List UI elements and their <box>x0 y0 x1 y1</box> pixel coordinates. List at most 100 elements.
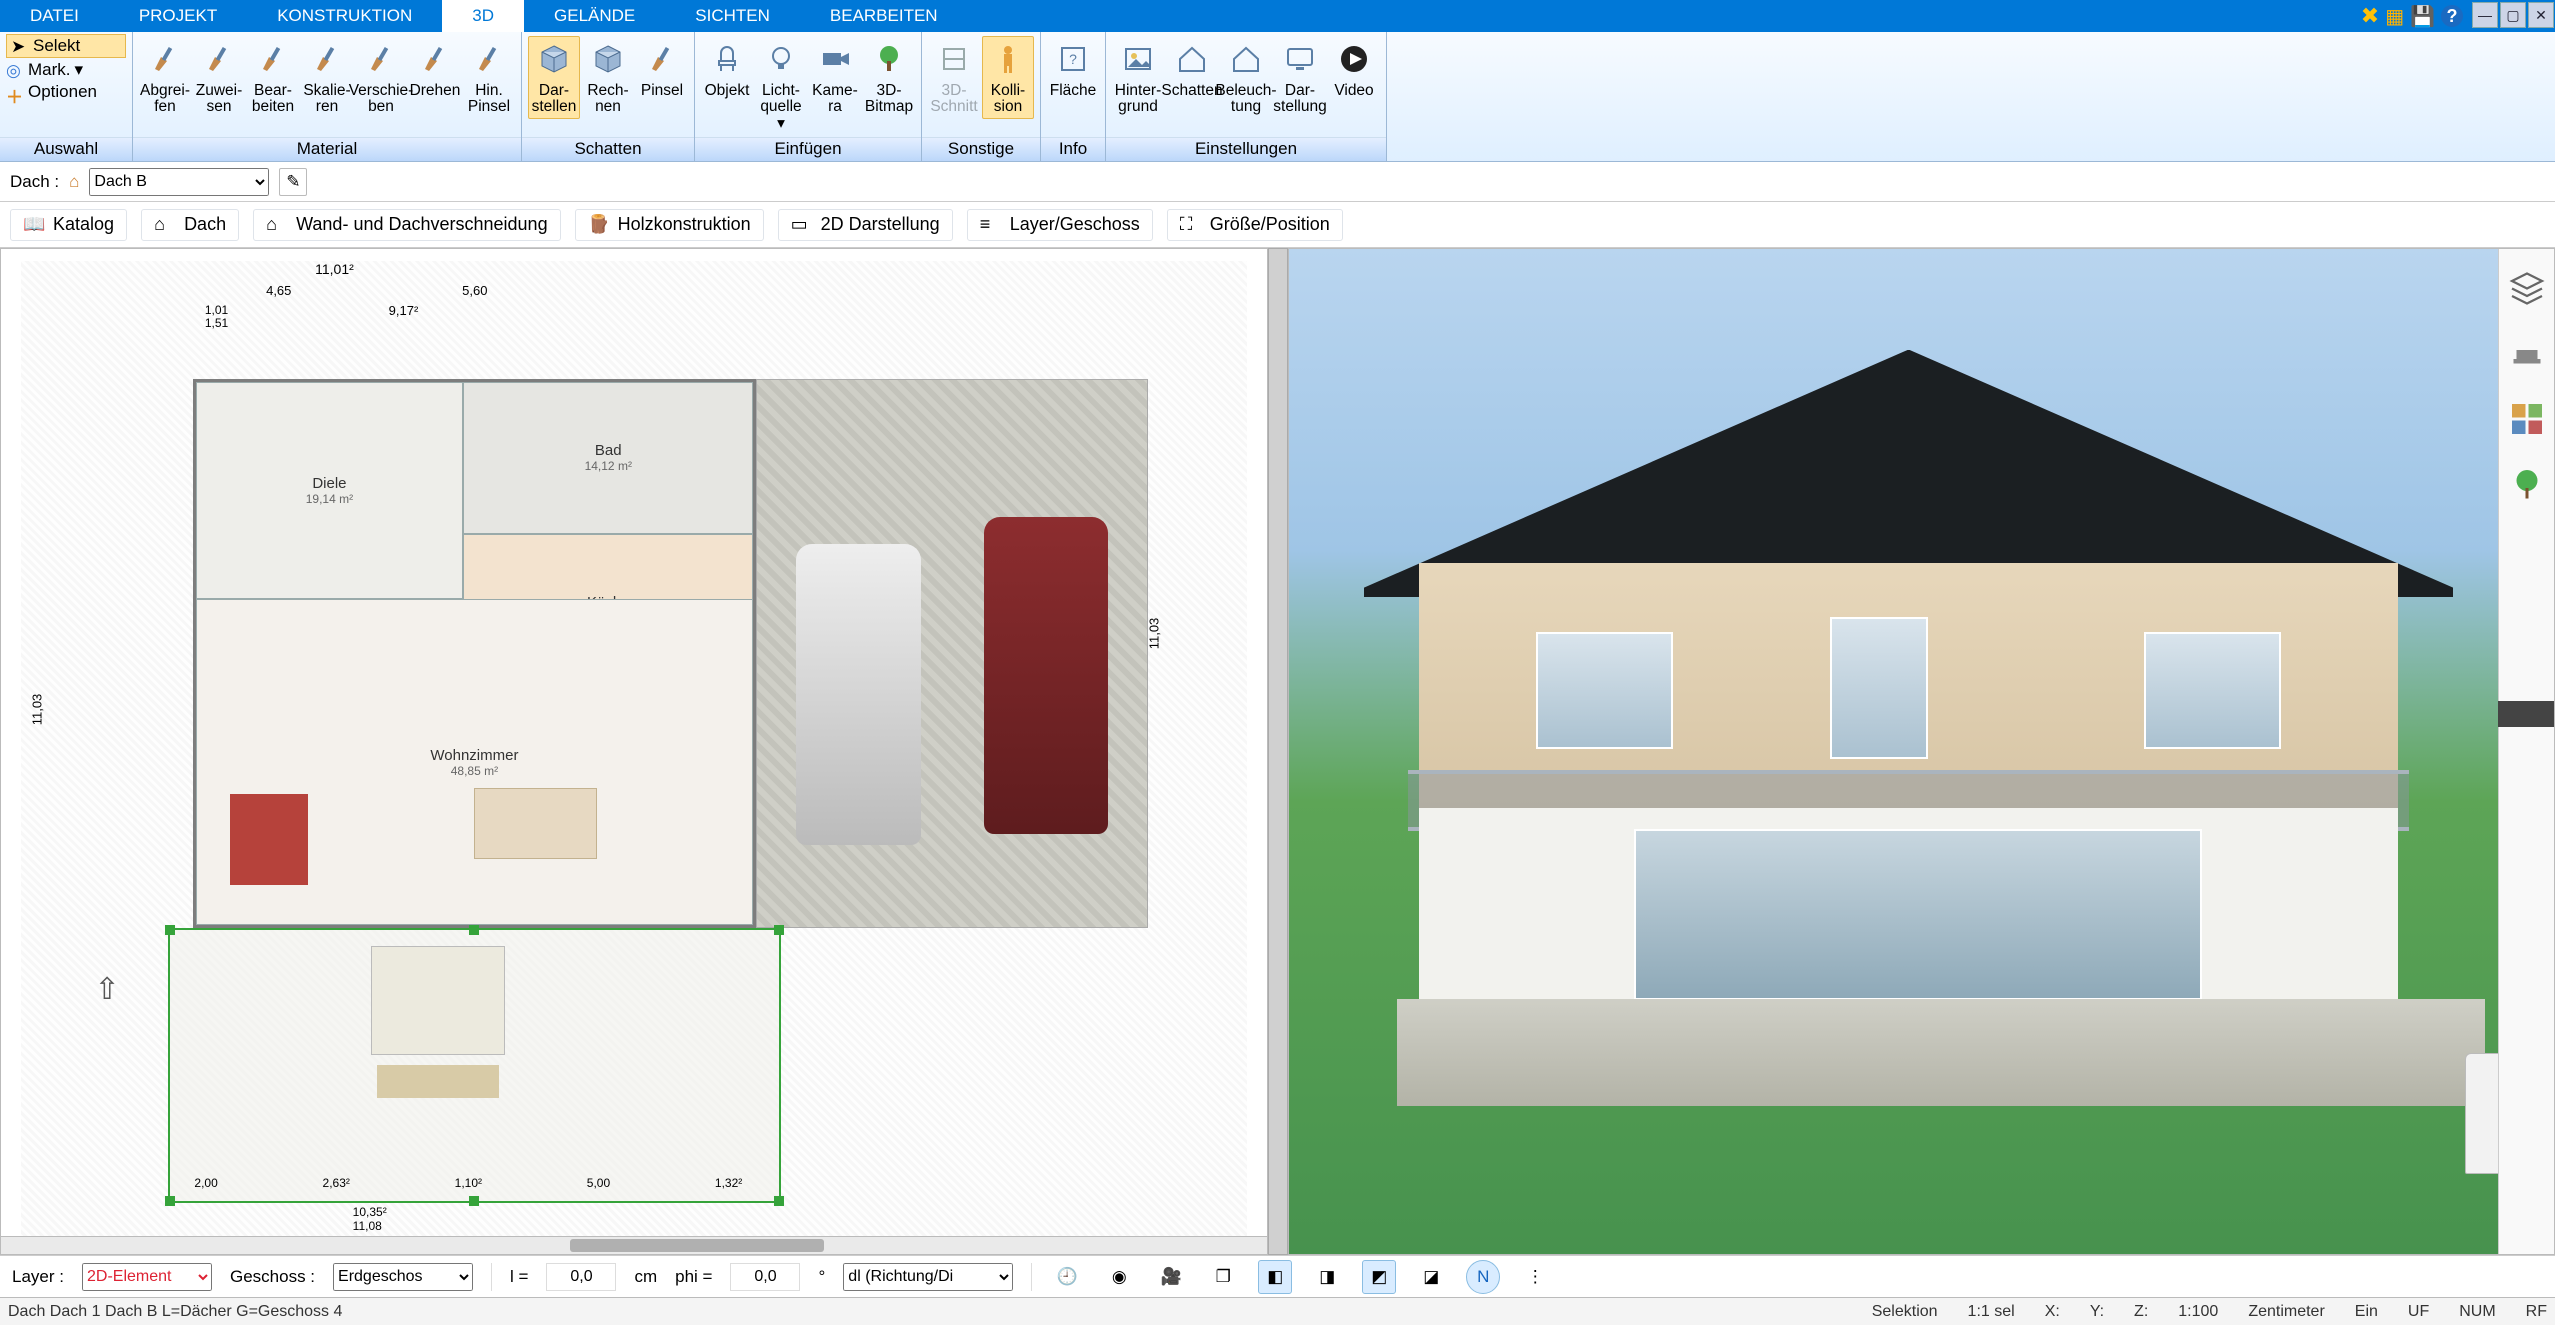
menu-tab-bearbeiten[interactable]: BEARBEITEN <box>800 0 968 32</box>
ribbon-group-auswahl: ➤ Selekt ◎ Mark.▾ ＋ Optionen Auswahl <box>0 32 133 161</box>
phi-input[interactable] <box>730 1263 800 1291</box>
ribbon-einstellungen-4[interactable]: Video <box>1328 36 1380 119</box>
ribbon-schatten-1[interactable]: Rech-nen <box>582 36 634 119</box>
cube4-toggle[interactable]: ◪ <box>1414 1260 1448 1294</box>
camera-toggle[interactable]: 🎥 <box>1154 1260 1188 1294</box>
ribbon-icon <box>307 39 347 79</box>
layer-select[interactable]: 2D-Element <box>82 1263 212 1291</box>
selekt-button[interactable]: ➤ Selekt <box>6 34 126 58</box>
ribbon-group-schatten: Dar-stellenRech-nenPinsel Schatten <box>522 32 695 161</box>
bottom-control-bar: Layer : 2D-Element Geschoss : Erdgeschos… <box>0 1255 2555 1297</box>
propbtn-2[interactable]: ⌂Wand- und Dachverschneidung <box>253 209 560 241</box>
ribbon-einstellungen-0[interactable]: Hinter-grund <box>1112 36 1164 119</box>
multiview-toggle[interactable]: ❐ <box>1206 1260 1240 1294</box>
l-input[interactable] <box>546 1263 616 1291</box>
title-help-area: ✖ ▦ 💾 ? <box>2361 0 2471 32</box>
ribbon-icon <box>199 39 239 79</box>
ribbon-icon <box>1172 39 1212 79</box>
propbtn-0[interactable]: 📖Katalog <box>10 209 127 241</box>
dl-select[interactable]: dl (Richtung/Di <box>843 1263 1013 1291</box>
side-panel-handle[interactable] <box>2498 701 2554 727</box>
group-label-einstellungen: Einstellungen <box>1106 137 1386 161</box>
ribbon-material-6[interactable]: Hin.Pinsel <box>463 36 515 119</box>
cube2-toggle[interactable]: ◨ <box>1310 1260 1344 1294</box>
ribbon-schatten-0[interactable]: Dar-stellen <box>528 36 580 119</box>
save-icon[interactable]: 💾 <box>2410 4 2435 29</box>
ribbon-einstellungen-3[interactable]: Dar-stellung <box>1274 36 1326 119</box>
house-3d <box>1364 350 2452 1114</box>
ribbon-icon <box>1226 39 1266 79</box>
ribbon-einstellungen-1[interactable]: Schatten <box>1166 36 1218 119</box>
room-wohnzimmer[interactable]: Wohnzimmer48,85 m² <box>196 599 754 925</box>
menu-tab-konstruktion[interactable]: KONSTRUKTION <box>247 0 442 32</box>
ribbon-material-1[interactable]: Zuwei-sen <box>193 36 245 119</box>
menu-tab-projekt[interactable]: PROJEKT <box>109 0 247 32</box>
terrace-selection[interactable]: 2,00 2,63² 1,10² 5,00 1,32² 10,35² 11,08 <box>168 928 781 1203</box>
furniture-icon[interactable] <box>2509 335 2545 371</box>
palette-icon[interactable] <box>2509 401 2545 437</box>
roof-select[interactable]: Dach B <box>89 168 269 196</box>
record-toggle[interactable]: ◉ <box>1102 1260 1136 1294</box>
more-toggle[interactable]: ⋮ <box>1518 1260 1552 1294</box>
roof-edit-button[interactable]: ✎ <box>279 168 307 196</box>
clock-toggle[interactable]: 🕘 <box>1050 1260 1084 1294</box>
tree-icon[interactable] <box>2509 467 2545 503</box>
ribbon-material-3[interactable]: Skalie-ren <box>301 36 353 119</box>
status-rf: RF <box>2526 1303 2547 1321</box>
status-left: Dach Dach 1 Dach B L=Dächer G=Geschoss 4 <box>8 1303 342 1321</box>
ribbon-einfuegen-3[interactable]: 3D-Bitmap <box>863 36 915 135</box>
north-toggle[interactable]: N <box>1466 1260 1500 1294</box>
propbtn-4[interactable]: ▭2D Darstellung <box>778 209 953 241</box>
ribbon-einfuegen-0[interactable]: Objekt <box>701 36 753 135</box>
phi-label: phi = <box>675 1267 712 1287</box>
floorplan-canvas[interactable]: 11,01² 4,65 5,60 9,17² 1,01 1,51 11,03 B… <box>21 261 1247 1242</box>
cube1-toggle[interactable]: ◧ <box>1258 1260 1292 1294</box>
ribbon-material-0[interactable]: Abgrei-fen <box>139 36 191 119</box>
group-label-info: Info <box>1041 137 1105 161</box>
ribbon-material-5[interactable]: Drehen <box>409 36 461 119</box>
ribbon-info-0[interactable]: ?Fläche <box>1047 36 1099 102</box>
geschoss-select[interactable]: Erdgeschos <box>333 1263 473 1291</box>
ribbon-sonstige-1[interactable]: Kolli-sion <box>982 36 1034 119</box>
view-3d-render[interactable] <box>1288 248 2555 1255</box>
group-label-auswahl: Auswahl <box>0 137 132 161</box>
ribbon-einfuegen-1[interactable]: Licht-quelle ▾ <box>755 36 807 135</box>
layers-icon[interactable] <box>2509 269 2545 305</box>
tool-icon[interactable]: ✖ <box>2361 3 2379 29</box>
menu-tab-datei[interactable]: DATEI <box>0 0 109 32</box>
window-icon[interactable]: ▦ <box>2385 4 2404 29</box>
ribbon-schatten-2[interactable]: Pinsel <box>636 36 688 119</box>
menu-tab-3d[interactable]: 3D <box>442 0 524 32</box>
propbtn-1[interactable]: ⌂Dach <box>141 209 239 241</box>
prop-icon-5: ≡ <box>980 214 1002 236</box>
ribbon-icon <box>869 39 909 79</box>
view2d-scrollbar-horizontal[interactable] <box>1 1236 1267 1254</box>
propbtn-3[interactable]: 🪵Holzkonstruktion <box>575 209 764 241</box>
dim-d4: 1,01 <box>205 303 228 317</box>
propbtn-5[interactable]: ≡Layer/Geschoss <box>967 209 1153 241</box>
view-2d-floorplan[interactable]: 11,01² 4,65 5,60 9,17² 1,01 1,51 11,03 B… <box>0 248 1268 1255</box>
ribbon-einfuegen-2[interactable]: Kame-ra <box>809 36 861 135</box>
room-diele[interactable]: Diele19,14 m² <box>196 382 464 599</box>
roof-select-bar: Dach : ⌂ Dach B ✎ <box>0 162 2555 202</box>
window-close-button[interactable]: ✕ <box>2528 2 2554 28</box>
cube3-toggle[interactable]: ◩ <box>1362 1260 1396 1294</box>
dim-right-h: 11,03 <box>1146 618 1161 650</box>
menu-tab-sichten[interactable]: SICHTEN <box>665 0 800 32</box>
view-splitter[interactable] <box>1268 248 1288 1255</box>
work-area: 11,01² 4,65 5,60 9,17² 1,01 1,51 11,03 B… <box>0 248 2555 1255</box>
ribbon-material-2[interactable]: Bear-beiten <box>247 36 299 119</box>
optionen-button[interactable]: ＋ Optionen <box>6 82 126 102</box>
help-icon[interactable]: ? <box>2441 5 2463 27</box>
prop-icon-4: ▭ <box>791 214 813 236</box>
ribbon-einstellungen-2[interactable]: Beleuch-tung <box>1220 36 1272 119</box>
room-bad[interactable]: Bad14,12 m² <box>463 382 753 534</box>
status-x: X: <box>2045 1303 2060 1321</box>
propbtn-6[interactable]: ⛶Größe/Position <box>1167 209 1343 241</box>
window-minimize-button[interactable]: — <box>2472 2 2498 28</box>
menu-tab-gelaende[interactable]: GELÄNDE <box>524 0 665 32</box>
mark-button[interactable]: ◎ Mark.▾ <box>6 60 126 80</box>
ribbon-group-einstellungen: Hinter-grundSchattenBeleuch-tungDar-stel… <box>1106 32 1387 161</box>
ribbon-material-4[interactable]: Verschie-ben <box>355 36 407 119</box>
window-restore-button[interactable]: ▢ <box>2500 2 2526 28</box>
